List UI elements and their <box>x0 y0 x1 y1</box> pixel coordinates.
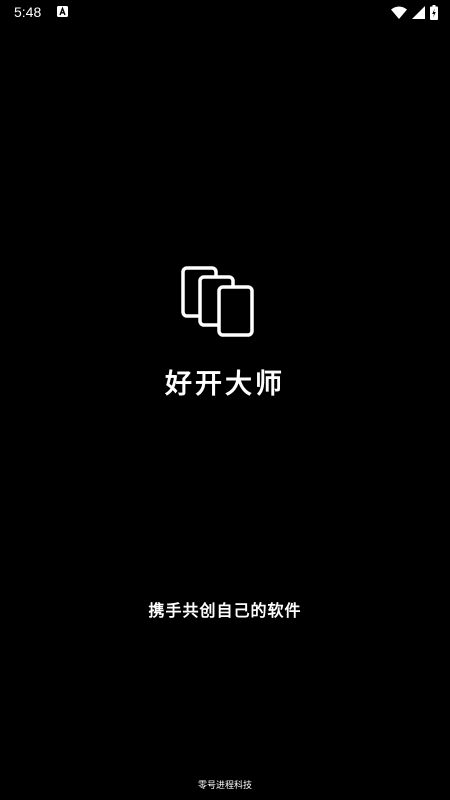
cell-signal-icon <box>412 5 425 19</box>
wifi-icon <box>391 6 407 19</box>
stacked-cards-icon <box>181 266 254 337</box>
notification-a-icon <box>57 6 68 17</box>
status-bar: 5:48 <box>0 0 450 24</box>
company-name: 零号进程科技 <box>197 781 252 791</box>
status-time: 5:48 <box>14 4 42 20</box>
status-icons <box>391 4 438 20</box>
app-title: 好开大师 <box>165 369 285 400</box>
battery-charging-icon <box>430 4 438 20</box>
app-slogan: 携手共创自己的软件 <box>148 601 302 620</box>
